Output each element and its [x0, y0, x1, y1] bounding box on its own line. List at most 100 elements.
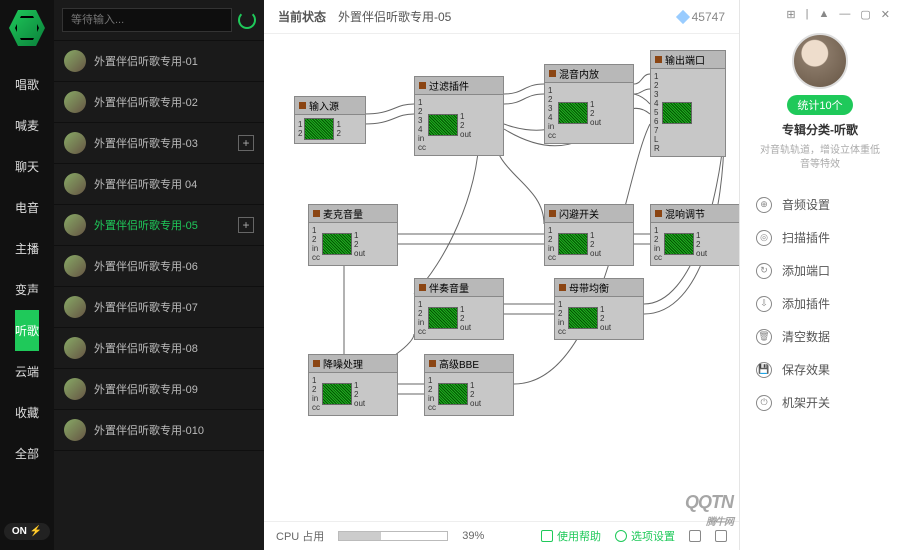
track-avatar [64, 132, 86, 154]
add-icon[interactable]: + [238, 217, 254, 233]
menu-item[interactable]: ↻添加端口 [740, 254, 900, 287]
nav-item-7[interactable]: 云端 [15, 351, 39, 392]
nav-item-0[interactable]: 唱歌 [15, 64, 39, 105]
node-title: 输出端口 [651, 51, 725, 69]
grid-icon[interactable]: ⊞ [786, 8, 795, 21]
help-link[interactable]: 使用帮助 [541, 528, 601, 544]
menu-icon: ⏻ [756, 395, 772, 411]
ports-in[interactable]: 12incc [428, 376, 436, 412]
ports-out[interactable]: 12out [600, 305, 611, 332]
ports-out[interactable]: 12out [696, 231, 707, 258]
playlist-sidebar: 外置伴侣听歌专用-01外置伴侣听歌专用-02外置伴侣听歌专用-03+外置伴侣听歌… [54, 0, 264, 550]
status-bar: CPU 占用 39% 使用帮助 选项设置 [264, 521, 739, 550]
menu-item[interactable]: 💾保存效果 [740, 353, 900, 386]
user-icon[interactable]: ▲ [818, 8, 829, 21]
menu-item[interactable]: ⇩添加插件 [740, 287, 900, 320]
menu-icon: ⊕ [756, 197, 772, 213]
audio-node[interactable]: 过滤插件 1234incc 12out [414, 76, 504, 156]
chip-icon [558, 233, 588, 255]
audio-node[interactable]: 伴奏音量12incc12out [414, 278, 504, 340]
ports-out[interactable]: 12out [354, 381, 365, 408]
track-label: 外置伴侣听歌专用-09 [94, 381, 198, 397]
ports-out[interactable]: 12out [460, 112, 471, 139]
nav-item-5[interactable]: 变声 [15, 269, 39, 310]
audio-node[interactable]: 输入源1212 [294, 96, 366, 144]
album-title: 专辑分类-听歌 [782, 121, 858, 138]
audio-node[interactable]: 混响调节12incc12out [650, 204, 739, 266]
node-title: 过滤插件 [415, 77, 503, 95]
nav-item-2[interactable]: 聊天 [15, 146, 39, 187]
node-title: 高级BBE [425, 355, 513, 373]
ports-out[interactable]: 12out [470, 381, 481, 408]
window-controls: ⊞ | ▲ — ▢ ✕ [740, 6, 900, 29]
ports-in[interactable]: 12incc [558, 300, 566, 336]
search-input[interactable] [62, 8, 232, 32]
menu-item[interactable]: ⊕音频设置 [740, 188, 900, 221]
close-icon[interactable]: ✕ [881, 8, 890, 21]
ports-out[interactable]: 12out [590, 231, 601, 258]
maximize-icon[interactable]: ▢ [860, 8, 870, 21]
ports-out[interactable]: 12 [336, 120, 340, 138]
playlist-item[interactable]: 外置伴侣听歌专用-02 [54, 82, 264, 123]
ports-in[interactable]: 12 [298, 120, 302, 138]
nav-item-3[interactable]: 电音 [15, 187, 39, 228]
playlist-item[interactable]: 外置伴侣听歌专用-03+ [54, 123, 264, 164]
track-label: 外置伴侣听歌专用-08 [94, 340, 198, 356]
ports-out[interactable]: 12out [590, 100, 601, 127]
node-canvas[interactable]: 输入源1212过滤插件1234incc12out混音内放1234incc12ou… [264, 34, 739, 521]
ports-in[interactable]: 1234incc [418, 98, 426, 152]
audio-node[interactable]: 降噪处理12incc12out [308, 354, 398, 416]
playlist-item[interactable]: 外置伴侣听歌专用-09 [54, 369, 264, 410]
audio-node[interactable]: 输出端口 1234567LR [650, 50, 726, 157]
right-panel: ⊞ | ▲ — ▢ ✕ 统计10个 专辑分类-听歌 对音轨轨道，增设立体重低音等… [740, 0, 900, 550]
audio-node[interactable]: 混音内放1234incc12out [544, 64, 634, 144]
ports-in[interactable]: 12incc [418, 300, 426, 336]
playlist-item[interactable]: 外置伴侣听歌专用-05+ [54, 205, 264, 246]
app-logo [9, 10, 45, 46]
menu-icon: ⇩ [756, 296, 772, 312]
nav-item-4[interactable]: 主播 [15, 228, 39, 269]
menu-item[interactable]: 🗑清空数据 [740, 320, 900, 353]
audio-node[interactable]: 闪避开关12incc12out [544, 204, 634, 266]
playlist-item[interactable]: 外置伴侣听歌专用-01 [54, 41, 264, 82]
ports-in[interactable]: 12incc [548, 226, 556, 262]
menu-item[interactable]: ⏻ 机架开关 [740, 386, 900, 419]
playlist-item[interactable]: 外置伴侣听歌专用-010 [54, 410, 264, 451]
audio-node[interactable]: 母带均衡 12incc 12out [554, 278, 644, 340]
playlist-item[interactable]: 外置伴侣听歌专用-07 [54, 287, 264, 328]
search-bar [54, 0, 264, 41]
power-badge[interactable]: ON ⚡ [4, 523, 50, 540]
nav-item-1[interactable]: 喊麦 [15, 105, 39, 146]
stat-badge[interactable]: 统计10个 [787, 95, 852, 115]
ports-in[interactable]: 12incc [312, 376, 320, 412]
audio-node[interactable]: 高级BBE 12incc 12out [424, 354, 514, 416]
playlist-item[interactable]: 外置伴侣听歌专用-08 [54, 328, 264, 369]
playlist-list: 外置伴侣听歌专用-01外置伴侣听歌专用-02外置伴侣听歌专用-03+外置伴侣听歌… [54, 41, 264, 550]
status-icon-b[interactable] [715, 530, 727, 542]
add-icon[interactable]: + [238, 135, 254, 151]
node-title: 母带均衡 [555, 279, 643, 297]
ports-in[interactable]: 1234incc [548, 86, 556, 140]
ports-in[interactable]: 12incc [312, 226, 320, 262]
menu-item[interactable]: ◎扫描插件 [740, 221, 900, 254]
playlist-item[interactable]: 外置伴侣听歌专用-06 [54, 246, 264, 287]
menu-icon: 💾 [756, 362, 772, 378]
ports-in[interactable]: 1234567LR [654, 72, 660, 153]
menu-label: 机架开关 [782, 394, 830, 411]
ports-in[interactable]: 12incc [654, 226, 662, 262]
track-label: 外置伴侣听歌专用-07 [94, 299, 198, 315]
playlist-item[interactable]: 外置伴侣听歌专用 04 [54, 164, 264, 205]
nav-item-9[interactable]: 全部 [15, 433, 39, 474]
ports-out[interactable]: 12out [460, 305, 471, 332]
nav-item-8[interactable]: 收藏 [15, 392, 39, 433]
profile-avatar[interactable] [792, 33, 848, 89]
ports-out[interactable]: 12out [354, 231, 365, 258]
refresh-icon[interactable] [238, 11, 256, 29]
audio-node[interactable]: 麦克音量12incc12out [308, 204, 398, 266]
status-icon-a[interactable] [689, 530, 701, 542]
track-avatar [64, 255, 86, 277]
options-link[interactable]: 选项设置 [615, 528, 675, 544]
minimize-icon[interactable]: — [839, 8, 850, 21]
track-avatar [64, 173, 86, 195]
nav-item-6[interactable]: 听歌 [15, 310, 39, 351]
